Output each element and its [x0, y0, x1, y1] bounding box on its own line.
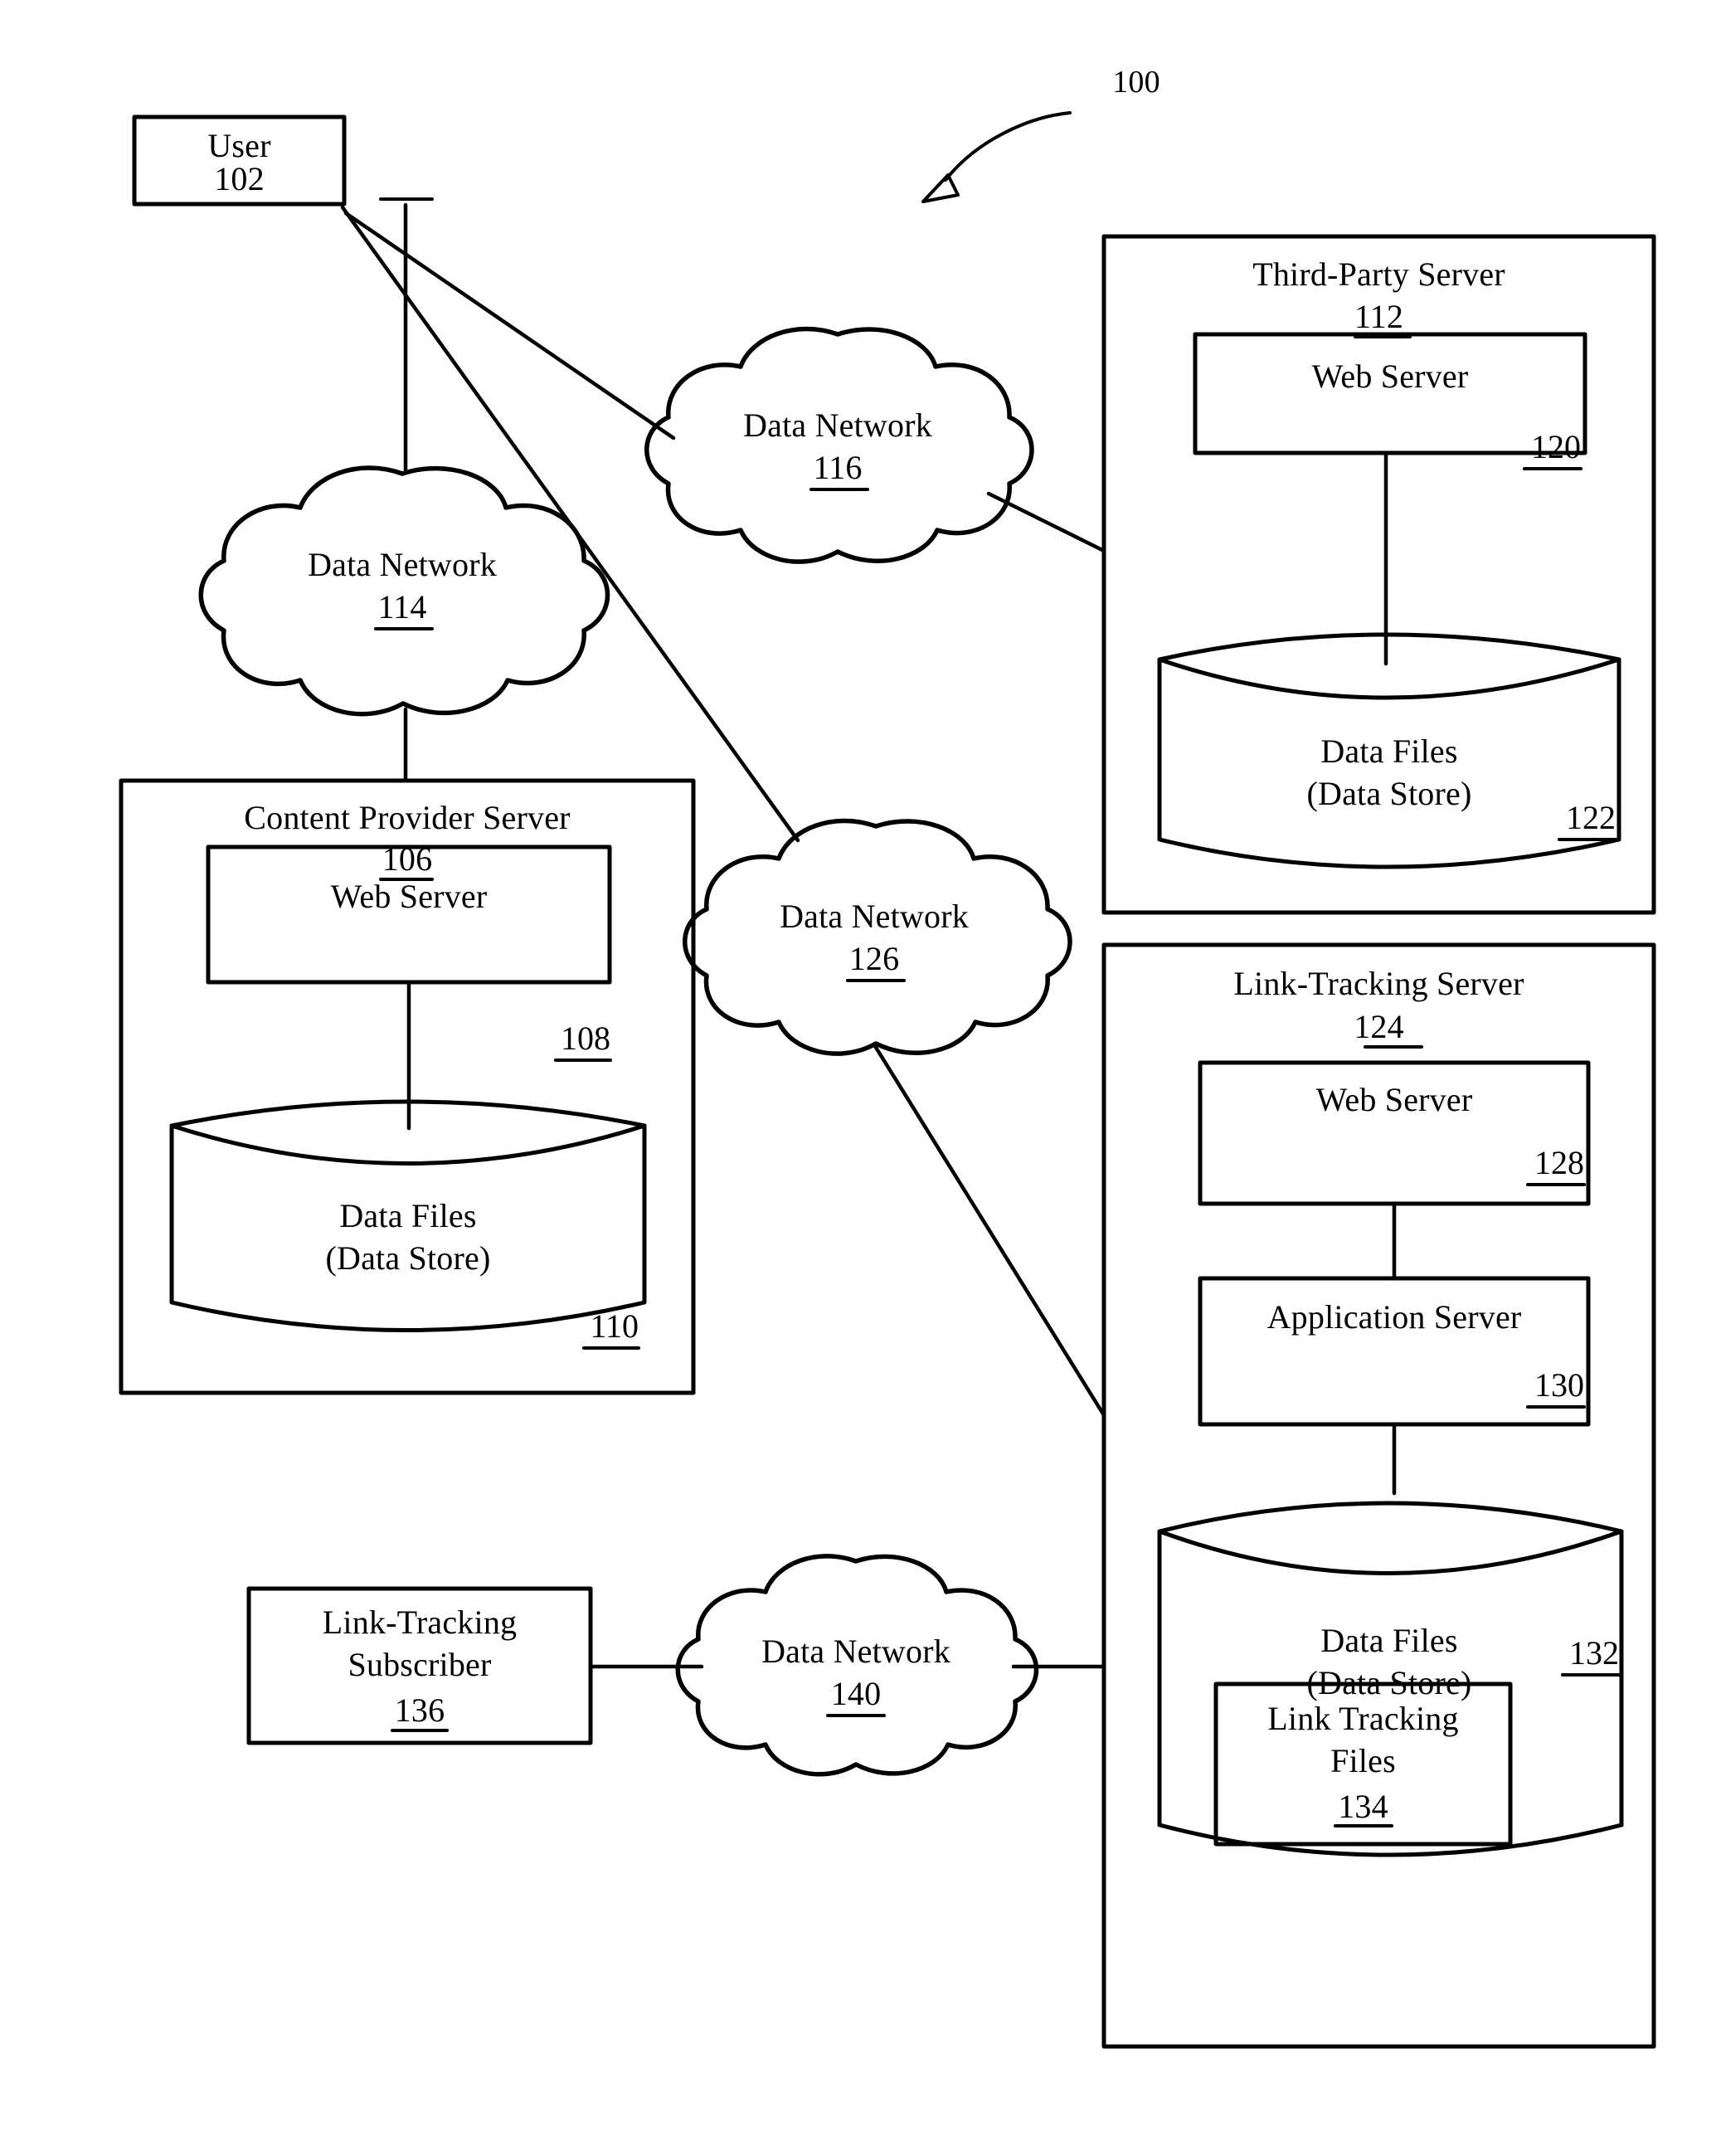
- content-provider-web-server-label: Web Server: [330, 878, 488, 915]
- data-network-126-label: Data Network: [780, 898, 969, 935]
- third-party-server-numeral: 112: [1354, 298, 1404, 335]
- content-provider-server-label: Content Provider Server: [244, 799, 571, 836]
- data-network-140-label: Data Network: [761, 1633, 950, 1670]
- link-tracking-subscriber-label: Link-Tracking Subscriber: [322, 1604, 518, 1684]
- content-provider-web-server-numeral: 108: [561, 1020, 610, 1057]
- data-network-114-label: Data Network: [308, 546, 497, 583]
- content-provider-data-files-label: Data Files (Data Store): [325, 1197, 491, 1278]
- data-network-126-numeral: 126: [848, 940, 900, 977]
- link-tracking-subscriber-numeral: 136: [394, 1691, 445, 1729]
- link-tracking-files-numeral: 134: [1338, 1788, 1388, 1825]
- figure-reference-numeral: 100: [1112, 65, 1160, 100]
- content-provider-data-files-numeral: 110: [590, 1307, 639, 1345]
- third-party-data-files-numeral: 122: [1566, 799, 1616, 836]
- data-network-140-numeral: 140: [830, 1675, 882, 1712]
- link-network-126-to-link-tracking-server: [873, 1044, 1106, 1418]
- link-tracking-web-server-numeral: 128: [1534, 1144, 1584, 1181]
- data-network-116-numeral: 116: [813, 449, 863, 486]
- data-network-114-numeral: 114: [377, 588, 427, 625]
- third-party-server-label: Third-Party Server: [1252, 256, 1505, 293]
- link-tracking-server-numeral: 124: [1354, 1008, 1404, 1045]
- user-numeral: 102: [214, 160, 265, 197]
- data-network-116-label: Data Network: [743, 406, 932, 444]
- link-user-to-network-126: [340, 205, 800, 843]
- third-party-web-server-label: Web Server: [1311, 358, 1469, 395]
- link-network-116-to-third-party-server: [986, 491, 1106, 553]
- third-party-web-server-numeral: 120: [1531, 428, 1581, 465]
- figure-lead-arrow: [921, 111, 1072, 203]
- link-tracking-web-server-label: Web Server: [1315, 1081, 1473, 1118]
- link-tracking-application-server-label: Application Server: [1266, 1298, 1522, 1336]
- patent-figure-canvas: 100 User 102 Third-Party Server 112 Web …: [0, 0, 1721, 2156]
- link-tracking-data-files-numeral: 132: [1569, 1634, 1619, 1672]
- link-tracking-server-label: Link-Tracking Server: [1233, 965, 1524, 1002]
- link-tracking-application-server-numeral: 130: [1534, 1366, 1584, 1404]
- content-provider-server-numeral: 106: [382, 840, 433, 878]
- link-tracking-files-label: Link Tracking Files: [1267, 1700, 1459, 1780]
- link-user-to-network-116: [343, 211, 676, 440]
